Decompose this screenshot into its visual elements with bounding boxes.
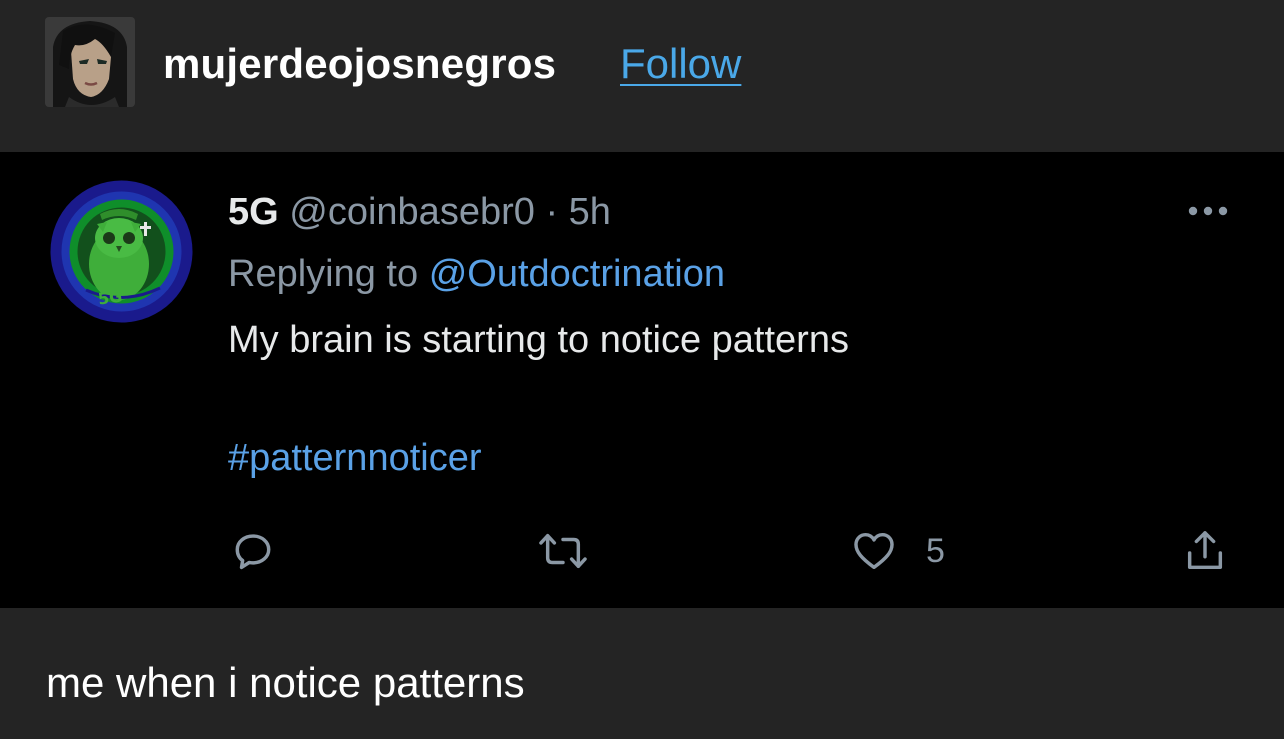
retweet-button[interactable] [535, 528, 591, 574]
more-horizontal-icon[interactable] [1185, 200, 1231, 222]
tweet-text: My brain is starting to notice patterns [228, 319, 849, 361]
replying-to-label: Replying to [228, 253, 419, 295]
user-avatar[interactable] [45, 17, 135, 107]
tweet-card: 5G 5G @coinbasebr0 · 5h Replying to @Out… [0, 152, 1284, 608]
avatar-badge-text: 5G [97, 286, 124, 308]
avatar-illustration [45, 17, 135, 107]
replying-to-mention[interactable]: @Outdoctrination [429, 253, 725, 295]
like-count: 5 [926, 532, 945, 570]
reply-icon [235, 534, 271, 570]
author-display-name[interactable]: 5G [228, 191, 279, 233]
follow-button[interactable]: Follow [620, 38, 741, 90]
owl-avatar-illustration: 5G [50, 180, 193, 323]
post-header: mujerdeojosnegros Follow [0, 0, 1284, 152]
share-icon [1187, 531, 1223, 570]
tumblr-post: mujerdeojosnegros Follow 5G 5G @coinbase… [0, 0, 1284, 739]
share-button[interactable] [1180, 528, 1230, 574]
retweet-icon [539, 533, 587, 569]
post-username[interactable]: mujerdeojosnegros [163, 38, 556, 90]
like-button[interactable]: 5 [850, 528, 945, 574]
heart-icon [854, 532, 894, 570]
tweet-hashtag[interactable]: #patternnoticer [228, 434, 482, 482]
author-handle[interactable]: @coinbasebr0 [289, 191, 535, 233]
header-separator: · [545, 191, 559, 233]
tweet-author-avatar[interactable]: 5G [50, 180, 193, 323]
replying-to-line: Replying to @Outdoctrination [228, 250, 725, 298]
tweet-timestamp[interactable]: 5h [569, 191, 611, 233]
post-caption: me when i notice patterns [46, 659, 525, 706]
tweet-header: 5G @coinbasebr0 · 5h [228, 188, 611, 236]
reply-button[interactable] [230, 528, 276, 574]
